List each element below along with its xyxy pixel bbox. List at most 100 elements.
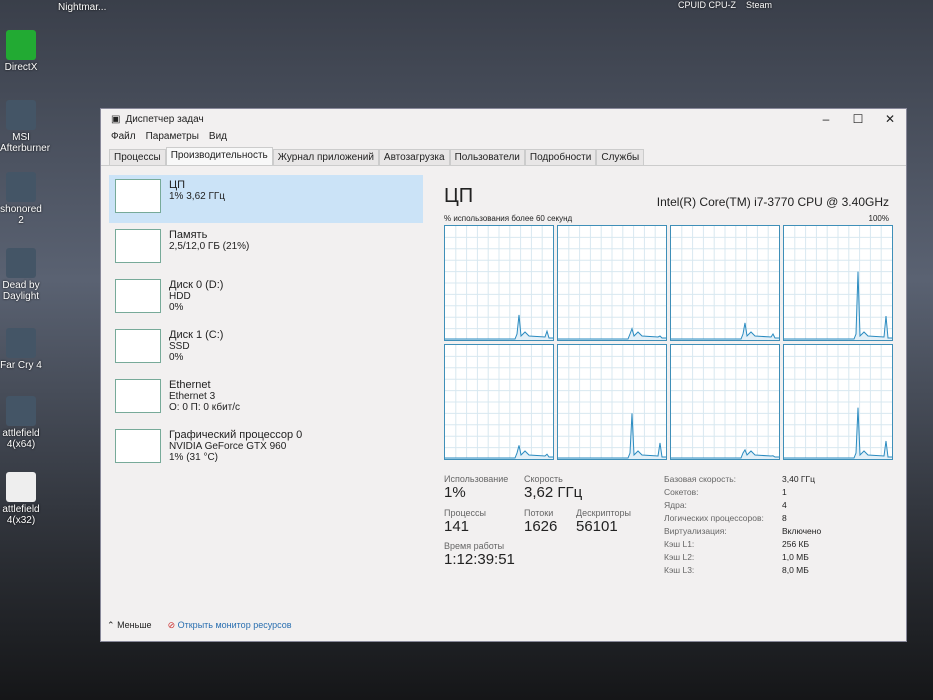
- cpu-specs: Базовая скорость: 3,40 ГГц Сокетов: 1 Ядра: 4…: [664, 474, 862, 575]
- directx-icon: [6, 30, 36, 60]
- resource-monitor-label: Открыть монитор ресурсов: [177, 620, 292, 630]
- resource-item[interactable]: Ethernet Ethernet 3 О: 0 П: 0 кбит/с: [109, 375, 423, 423]
- icon-label: DirectX: [4, 62, 38, 73]
- cpu-model: Intel(R) Core(TM) i7-3770 CPU @ 3.40GHz: [656, 195, 889, 209]
- resource-detail: HDD: [169, 291, 191, 302]
- close-button[interactable]: ✕: [874, 112, 906, 126]
- cpu-stats: Использование 1% Скорость 3,62 ГГц Проце…: [444, 474, 642, 575]
- spec-label: Виртуализация:: [664, 526, 727, 536]
- desktop-icon[interactable]: CPUID CPU-Z: [678, 0, 736, 10]
- resource-detail: NVIDIA GeForce GTX 960: [169, 441, 287, 452]
- game-icon: [6, 328, 36, 358]
- icon-label: Nightmar...: [58, 2, 107, 13]
- core-graphs: [444, 225, 893, 460]
- resource-list: ЦП 1% 3,62 ГГц Память 2,5/12,0 ГБ (21%) Диск…: [109, 175, 423, 475]
- thumbnail-graph: [115, 329, 161, 363]
- desktop-icon[interactable]: Far Cry 4: [0, 328, 42, 371]
- task-manager-window: ▣ Диспетчер задач – ☐ ✕ Файл Параметры Вид…: [100, 108, 907, 642]
- cpu-panel: ЦП Intel(R) Core(TM) i7-3770 CPU @ 3.40G…: [444, 185, 893, 575]
- spec-value: 256 КБ: [782, 539, 810, 549]
- maximize-button[interactable]: ☐: [842, 112, 874, 126]
- tab-startup[interactable]: Автозагрузка: [378, 149, 450, 165]
- minimize-button[interactable]: –: [810, 112, 842, 126]
- usage-label: Использование: [444, 474, 509, 484]
- core-graph: [670, 344, 780, 460]
- resource-name: Ethernet: [169, 379, 211, 391]
- resource-item[interactable]: Диск 0 (D:) HDD 0%: [109, 275, 423, 323]
- resource-name: Диск 1 (C:): [169, 329, 224, 341]
- fewer-details-button[interactable]: ⌃ Меньше: [107, 620, 152, 631]
- desktop-icon[interactable]: Steam: [746, 0, 772, 10]
- spec-value: 1: [782, 487, 787, 497]
- resource-detail: 0%: [169, 302, 184, 313]
- desktop-icon[interactable]: attlefield 4(x32): [0, 472, 42, 526]
- desktop-icon[interactable]: Nightmar...: [58, 2, 148, 13]
- tab-services[interactable]: Службы: [596, 149, 645, 165]
- core-graph: [783, 225, 893, 341]
- core-graph: [670, 225, 780, 341]
- thumbnail-graph: [115, 229, 161, 263]
- thumbnail-graph: [115, 429, 161, 463]
- handles-label: Дескрипторы: [576, 507, 631, 518]
- threads-label: Потоки: [524, 507, 554, 518]
- processes-label: Процессы: [444, 507, 487, 518]
- core-graph: [783, 344, 893, 460]
- uptime-label: Время работы: [444, 541, 505, 552]
- resource-name: Графический процессор 0: [169, 429, 303, 441]
- open-resource-monitor-link[interactable]: ⊘ Открыть монитор ресурсов: [168, 620, 292, 631]
- desktop-icon[interactable]: shonored 2: [0, 172, 42, 226]
- desktop-icon[interactable]: Dead by Daylight: [0, 248, 42, 302]
- resource-name: Диск 0 (D:): [169, 279, 224, 291]
- resource-detail: 0%: [169, 352, 184, 363]
- menu-bar: Файл Параметры Вид: [101, 129, 906, 147]
- spec-label: Ядра:: [664, 500, 687, 510]
- threads-value: 1626: [524, 517, 558, 535]
- icon-label: attlefield 4(x32): [2, 504, 40, 526]
- core-graph: [557, 225, 667, 341]
- resource-item[interactable]: Память 2,5/12,0 ГБ (21%): [109, 225, 423, 273]
- spec-label: Логических процессоров:: [664, 513, 764, 523]
- uptime-value: 1:12:39:51: [444, 551, 515, 569]
- tab-processes[interactable]: Процессы: [109, 149, 166, 165]
- spec-value: 8: [782, 513, 787, 523]
- resource-item[interactable]: ЦП 1% 3,62 ГГц: [109, 175, 423, 223]
- tab-users[interactable]: Пользователи: [449, 149, 525, 165]
- resource-detail: 2,5/12,0 ГБ (21%): [169, 241, 250, 252]
- chevron-up-icon: ⌃: [107, 620, 115, 630]
- spec-value: Включено: [782, 526, 822, 536]
- resource-detail: SSD: [169, 341, 190, 352]
- resource-detail: Ethernet 3: [169, 391, 216, 402]
- resource-item[interactable]: Диск 1 (C:) SSD 0%: [109, 325, 423, 373]
- desktop-icon[interactable]: MSI Afterburner: [0, 100, 50, 154]
- icon-label: Far Cry 4: [0, 360, 42, 371]
- spec-value: 3,40 ГГц: [782, 474, 815, 484]
- title-bar: ▣ Диспетчер задач – ☐ ✕: [101, 109, 906, 129]
- icon-label: MSI Afterburner: [0, 132, 51, 154]
- menu-view[interactable]: Вид: [209, 131, 227, 145]
- resource-detail: 1% (31 °C): [169, 452, 219, 463]
- game-icon: [6, 172, 36, 202]
- core-graph: [557, 344, 667, 460]
- desktop-icon[interactable]: DirectX: [0, 30, 42, 73]
- tab-details[interactable]: Подробности: [524, 149, 597, 165]
- resource-item[interactable]: Графический процессор 0 NVIDIA GeForce GT…: [109, 425, 423, 473]
- game-icon: [6, 396, 36, 426]
- menu-file[interactable]: Файл: [111, 131, 136, 145]
- graph-label: % использования более 60 секунд: [444, 214, 573, 223]
- tab-app-history[interactable]: Журнал приложений: [272, 149, 379, 165]
- tab-bar: Процессы Производительность Журнал прило…: [101, 147, 906, 166]
- core-graph: [444, 344, 554, 460]
- fewer-details-label: Меньше: [117, 620, 152, 630]
- icon-label: Dead by Daylight: [2, 280, 40, 302]
- usage-value: 1%: [444, 484, 466, 501]
- handles-value: 56101: [576, 517, 618, 535]
- desktop-icon[interactable]: attlefield 4(x64): [0, 396, 42, 450]
- spec-value: 1,0 МБ: [782, 552, 809, 562]
- resource-detail: 1% 3,62 ГГц: [169, 191, 226, 202]
- tab-performance[interactable]: Производительность: [165, 147, 273, 165]
- menu-options[interactable]: Параметры: [146, 131, 199, 145]
- resource-monitor-icon: ⊘: [167, 620, 176, 630]
- window-title: Диспетчер задач: [125, 113, 204, 125]
- spec-label: Кэш L2:: [664, 552, 695, 562]
- speed-value: 3,62 ГГц: [524, 484, 583, 501]
